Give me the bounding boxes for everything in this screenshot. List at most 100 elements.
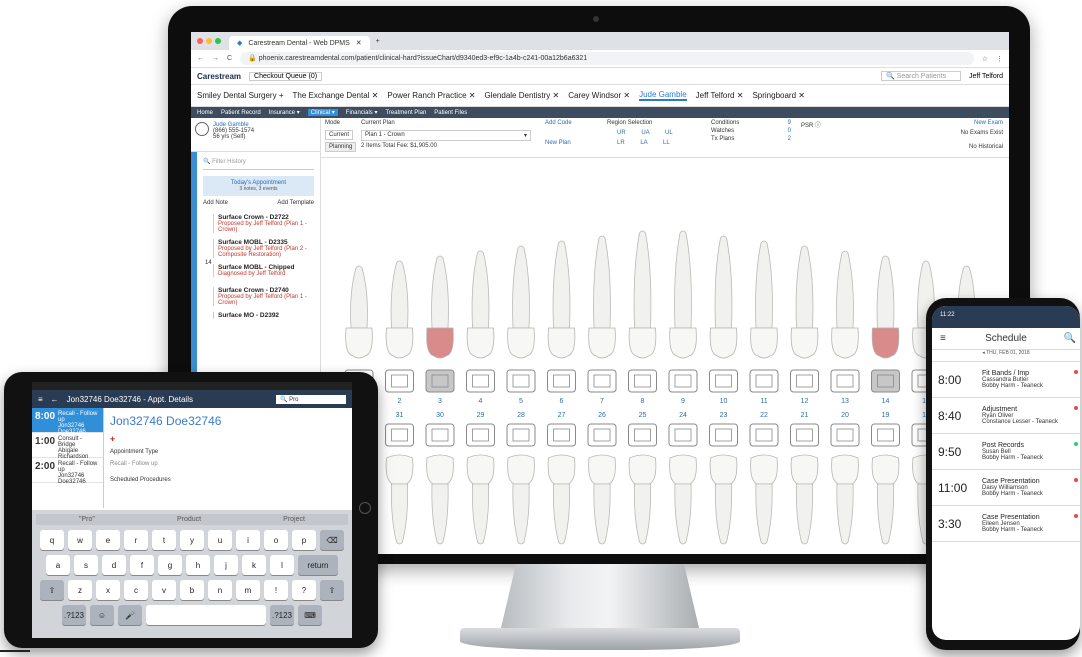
key-t[interactable]: t — [152, 530, 176, 550]
upper-tooth-crown[interactable] — [385, 327, 414, 359]
address-input[interactable]: 🔒 phoenix.carestreamdental.com/patient/c… — [240, 52, 974, 65]
search-patients-input[interactable]: 🔍 Search Patients — [881, 71, 961, 81]
back-icon[interactable]: ← — [51, 395, 59, 404]
key-![interactable]: ! — [264, 580, 288, 600]
close-window-button[interactable] — [197, 38, 203, 44]
upper-surface-box[interactable] — [871, 369, 900, 393]
upper-tooth-crown[interactable] — [547, 327, 576, 359]
list-item[interactable]: 8:40 Adjustment Ryan Oliver Constance Lesse… — [932, 398, 1080, 434]
upper-tooth-crown[interactable] — [790, 327, 819, 359]
key-s[interactable]: s — [74, 555, 98, 575]
key-m[interactable]: m — [236, 580, 260, 600]
list-item[interactable]: 2:00 Recall - Follow up Jon32746 Doe32746 — [32, 458, 103, 485]
nav-insurance[interactable]: Insurance ▾ — [269, 109, 300, 116]
checkout-queue-dropdown[interactable]: Checkout Queue (0) — [249, 71, 323, 81]
key-v[interactable]: v — [152, 580, 176, 600]
list-item[interactable]: 1:00 Consult - Bridge Abigale Richardson — [32, 433, 103, 460]
practice-tab[interactable]: Jeff Telford ✕ — [696, 91, 744, 100]
lower-surface-box[interactable] — [709, 423, 738, 447]
key-l[interactable]: l — [270, 555, 294, 575]
key-j[interactable]: j — [214, 555, 238, 575]
upper-surface-box[interactable] — [506, 369, 536, 393]
upper-tooth-crown[interactable] — [669, 327, 697, 359]
key-g[interactable]: g — [158, 555, 182, 575]
new-exam-button[interactable]: New Exam — [974, 120, 1003, 126]
key-q[interactable]: q — [40, 530, 64, 550]
plan-select[interactable]: Plan 1 - Crown ▾ — [361, 130, 531, 141]
upper-surface-box[interactable] — [547, 369, 576, 393]
upper-tooth-root[interactable] — [795, 245, 814, 329]
key-a[interactable]: a — [46, 555, 70, 575]
lower-surface-box[interactable] — [587, 423, 617, 447]
menu-icon[interactable]: ≡ — [38, 395, 43, 404]
practice-tab[interactable]: Smiley Dental Surgery + — [197, 91, 284, 100]
upper-tooth-crown[interactable] — [507, 327, 535, 359]
user-menu[interactable]: Jeff Telford — [969, 73, 1003, 80]
emoji-key[interactable]: ☺ — [90, 605, 114, 625]
key-c[interactable]: c — [124, 580, 148, 600]
key-e[interactable]: e — [96, 530, 120, 550]
maximize-window-button[interactable] — [215, 38, 221, 44]
upper-tooth-root[interactable] — [876, 255, 895, 329]
list-item[interactable]: 8:00 Recall - Follow up Jon32746 Doe32746 — [32, 408, 103, 435]
lower-tooth-crown[interactable] — [831, 454, 859, 485]
appt-type-value[interactable]: Recall - Follow up — [104, 459, 352, 469]
upper-tooth-root[interactable] — [512, 245, 530, 329]
lower-tooth-root[interactable] — [431, 483, 449, 545]
history-item[interactable]: Surface Crown - D2740 Proposed by Jeff Te… — [213, 287, 314, 306]
conditions-row[interactable]: Conditions 9 — [711, 120, 791, 126]
tablet-home-button[interactable] — [359, 502, 371, 514]
suggestion[interactable]: Project — [283, 516, 305, 523]
upper-surface-box[interactable] — [830, 369, 860, 393]
practice-tab[interactable]: Springboard ✕ — [752, 91, 805, 100]
lower-tooth-root[interactable] — [836, 483, 854, 545]
key-?[interactable]: ? — [292, 580, 316, 600]
key-h[interactable]: h — [186, 555, 210, 575]
practice-tab[interactable]: The Exchange Dental ✕ — [293, 91, 379, 100]
upper-tooth-crown[interactable] — [466, 327, 495, 359]
menu-icon[interactable]: ≡ — [940, 333, 946, 344]
lower-tooth-root[interactable] — [512, 483, 530, 545]
upper-surface-box[interactable] — [749, 369, 779, 393]
lower-surface-box[interactable] — [830, 423, 860, 447]
suggestion[interactable]: Product — [177, 516, 201, 523]
key-d[interactable]: d — [102, 555, 126, 575]
key-f[interactable]: f — [130, 555, 154, 575]
filter-history-input[interactable]: 🔍 Filter History — [203, 158, 314, 170]
lower-tooth-root[interactable] — [552, 483, 571, 545]
region-upper[interactable]: UR UA UL — [617, 130, 673, 136]
txplans-row[interactable]: Tx Plans 2 — [711, 136, 791, 142]
suggestion[interactable]: "Pro" — [79, 516, 95, 523]
upper-tooth-crown[interactable] — [831, 327, 859, 359]
lower-surface-box[interactable] — [506, 423, 536, 447]
watches-row[interactable]: Watches 0 — [711, 128, 791, 134]
key-z[interactable]: z — [68, 580, 92, 600]
nav-treatment-plan[interactable]: Treatment Plan — [385, 110, 426, 116]
add-template-button[interactable]: Add Template — [277, 200, 314, 206]
upper-tooth-crown[interactable] — [750, 327, 778, 359]
key-x[interactable]: x — [96, 580, 120, 600]
close-tab-icon[interactable]: ✕ — [356, 39, 362, 47]
lower-tooth-root[interactable] — [471, 483, 490, 545]
backspace-key[interactable]: ⌫ — [320, 530, 344, 550]
nav-clinical[interactable]: Clinical ▾ — [307, 109, 338, 116]
lower-surface-box[interactable] — [425, 423, 455, 447]
upper-tooth-root[interactable] — [755, 240, 773, 329]
forward-icon[interactable]: → — [212, 55, 219, 62]
numbers-key[interactable]: .?123 — [270, 605, 294, 625]
history-item[interactable]: Surface MOBL - Chipped Diagnosed by Jeff … — [213, 264, 314, 277]
lower-tooth-root[interactable] — [674, 483, 692, 545]
lower-surface-box[interactable] — [790, 423, 819, 447]
upper-tooth-crown[interactable] — [588, 327, 616, 359]
upper-tooth-root[interactable] — [471, 250, 490, 329]
key-y[interactable]: y — [180, 530, 204, 550]
upper-surface-box[interactable] — [790, 369, 819, 393]
lower-tooth-root[interactable] — [755, 483, 773, 545]
list-item[interactable]: 9:50 Post Records Susan Bell Bobby Harm - T… — [932, 434, 1080, 470]
key-n[interactable]: n — [208, 580, 232, 600]
lower-tooth-crown[interactable] — [588, 454, 616, 485]
lower-tooth-crown[interactable] — [669, 454, 697, 485]
list-item[interactable]: 3:30 Case Presentation Eileen Jensen Bobby … — [932, 506, 1080, 542]
lower-tooth-crown[interactable] — [790, 454, 819, 485]
star-icon[interactable]: ☆ — [982, 55, 988, 63]
